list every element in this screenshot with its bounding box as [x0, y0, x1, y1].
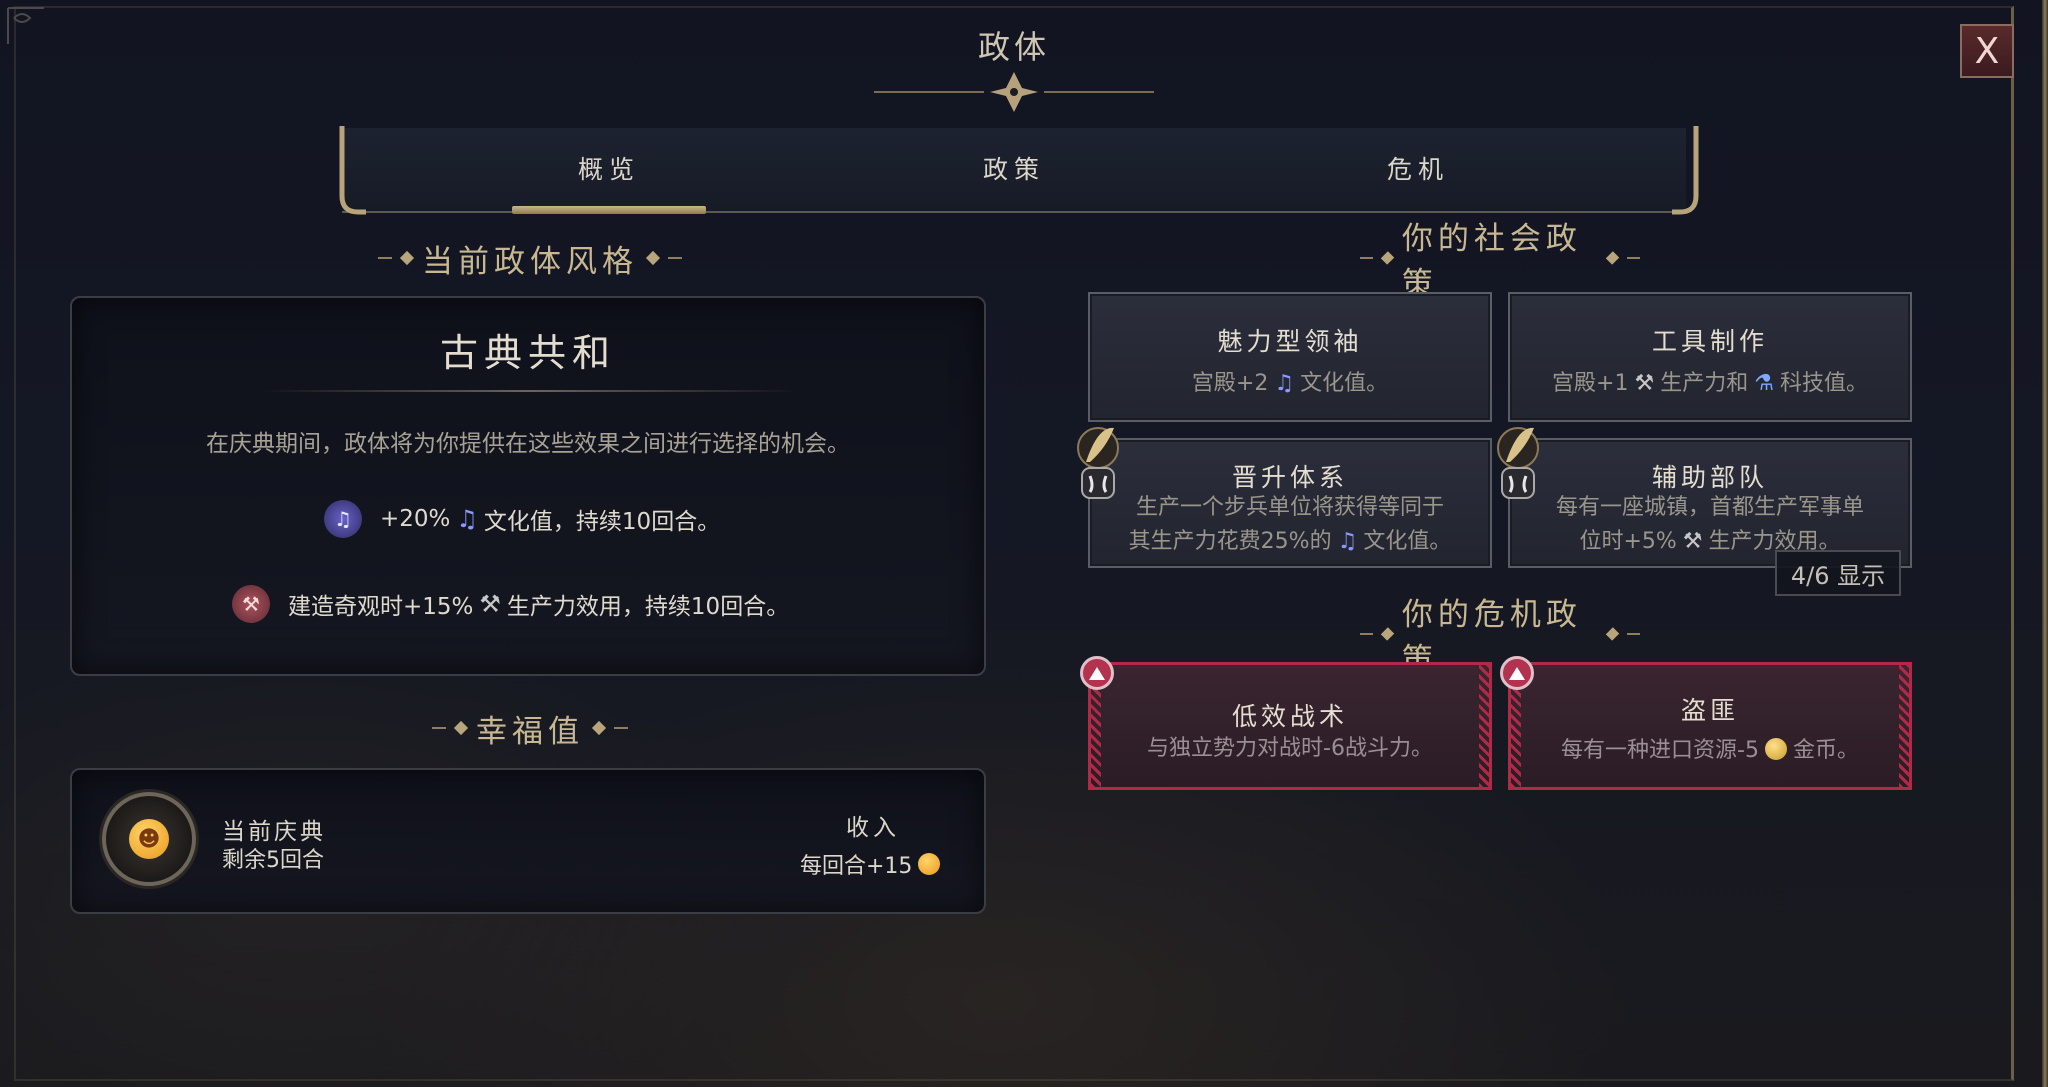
- active-tab-indicator: [512, 206, 706, 214]
- policy-desc: 宫殿+1 ⚒ 生产力和 ⚗ 科技值。: [1510, 366, 1910, 401]
- policy-title: 魅力型领袖: [1217, 327, 1363, 356]
- income-label: 收入: [846, 815, 900, 841]
- policy-card-charismatic-leader[interactable]: 魅力型领袖 宫殿+2 ♫ 文化值。: [1088, 292, 1492, 422]
- policy-title: 工具制作: [1651, 327, 1768, 356]
- policy-title: 辅助部队: [1651, 463, 1768, 492]
- policy-card-promotion-system[interactable]: 晋升体系 生产一个步兵单位将获得等同于 其生产力花费25%的 ♫ 文化值。: [1088, 438, 1492, 568]
- section-title-happiness: 幸福值: [476, 713, 584, 750]
- section-header-crisis: 你的危机政策: [1360, 597, 1641, 678]
- income-value-row: 每回合+15: [800, 848, 941, 880]
- effect-culture-suffix: 文化值，持续10回合。: [483, 509, 721, 535]
- right-border: [2042, 0, 2048, 1087]
- effect-wonder-prefix: 建造奇观时+15%: [288, 594, 474, 620]
- crisis-card-inefficient-tactics[interactable]: 低效战术 与独立势力对战时-6战斗力。: [1088, 662, 1492, 790]
- government-name: 古典共和: [439, 331, 616, 375]
- policy-desc-part: 宫殿+2: [1191, 371, 1269, 396]
- policy-desc-part: 位时+5%: [1579, 529, 1677, 554]
- crisis-title: 低效战术: [1231, 702, 1348, 731]
- corner-ornament: [7, 7, 44, 44]
- hammer-small-icon: ⚒: [1682, 529, 1703, 554]
- hammer-small-icon: ⚒: [1634, 371, 1655, 396]
- crisis-desc: 与独立势力对战时-6战斗力。: [1147, 736, 1433, 761]
- quill-icon: [1077, 427, 1119, 499]
- culture-icon: ♫: [324, 500, 362, 538]
- music-note-icon: ♫: [456, 505, 478, 533]
- policy-desc-part: 文化值。: [1300, 371, 1389, 396]
- income-value: 每回合+15: [800, 854, 913, 879]
- celebration-remaining: 剩余5回合: [222, 848, 324, 873]
- window-title: 政体: [977, 28, 1050, 66]
- gold-coin-icon: [1764, 738, 1787, 760]
- policy-desc-line1: 每有一座城镇，首都生产军事单: [1555, 495, 1864, 520]
- divider: [260, 390, 800, 392]
- policy-card-auxiliary-troops[interactable]: 辅助部队 每有一座城镇，首都生产军事单 位时+5% ⚒ 生产力效用。: [1508, 438, 1912, 568]
- celebration-badge[interactable]: ☻: [102, 792, 196, 886]
- close-button[interactable]: X: [1960, 24, 2014, 78]
- effect-wonder-suffix: 生产力效用，持续10回合。: [506, 594, 790, 620]
- crisis-desc-part: 金币。: [1792, 738, 1859, 763]
- tab-overview[interactable]: 概览: [509, 150, 709, 194]
- hammer-small-icon: ⚒: [479, 590, 501, 618]
- section-header-government: 当前政体风格: [300, 238, 760, 280]
- tab-bar-left-cap: [339, 126, 366, 215]
- tab-policies[interactable]: 政策: [914, 150, 1114, 194]
- hammer-icon: ⚒: [232, 585, 270, 623]
- crisis-card-bandits[interactable]: 盗匪 每有一种进口资源-5 金币。: [1508, 662, 1912, 790]
- policy-desc: 宫殿+2 ♫ 文化值。: [1090, 366, 1490, 401]
- policy-desc-part: 宫殿+1: [1552, 371, 1629, 396]
- policy-desc-part: 其生产力花费25%的: [1128, 529, 1332, 554]
- tab-bar-right-cap: [1672, 126, 1699, 215]
- policy-desc-line2: 其生产力花费25%的 ♫ 文化值。: [1090, 524, 1490, 559]
- science-flask-icon: ⚗: [1754, 371, 1774, 396]
- section-title-social: 你的社会政策: [1401, 221, 1582, 302]
- section-header-happiness: 幸福值: [380, 708, 680, 750]
- crisis-title: 盗匪: [1680, 696, 1739, 725]
- policy-card-toolmaking[interactable]: 工具制作 宫殿+1 ⚒ 生产力和 ⚗ 科技值。: [1508, 292, 1912, 422]
- music-note-icon: ♫: [1274, 371, 1295, 396]
- warning-icon: [1080, 656, 1114, 690]
- policy-title: 晋升体系: [1231, 463, 1348, 492]
- section-header-social: 你的社会政策: [1360, 221, 1641, 302]
- policy-desc-part: 科技值。: [1779, 371, 1868, 396]
- tab-crisis[interactable]: 危机: [1318, 150, 1518, 194]
- policy-desc-part: 文化值。: [1363, 529, 1452, 554]
- policy-count-display: 4/6 显示: [1775, 550, 1901, 596]
- music-note-icon: ♫: [1337, 529, 1358, 554]
- government-description: 在庆典期间，政体将为你提供在这些效果之间进行选择的机会。: [206, 431, 850, 457]
- warning-icon: [1500, 656, 1534, 690]
- section-title-government: 当前政体风格: [422, 243, 638, 280]
- happy-face-small-icon: [918, 853, 941, 875]
- crisis-desc-part: 每有一种进口资源-5: [1561, 738, 1759, 763]
- current-celebration-label: 当前庆典: [222, 819, 326, 845]
- effect-wonder[interactable]: ⚒ 建造奇观时+15% ⚒ 生产力效用，持续10回合。: [232, 585, 789, 623]
- effect-culture[interactable]: ♫ +20% ♫ 文化值，持续10回合。: [324, 500, 720, 538]
- quill-icon: [1497, 427, 1539, 499]
- crisis-desc: 每有一种进口资源-5 金币。: [1511, 733, 1909, 768]
- title-ornament: [874, 72, 1154, 112]
- policy-desc-line1: 生产一个步兵单位将获得等同于: [1135, 495, 1444, 520]
- effect-culture-prefix: +20%: [380, 506, 451, 532]
- happy-face-icon: ☻: [129, 819, 169, 859]
- policy-desc-part: 生产力和: [1660, 371, 1749, 396]
